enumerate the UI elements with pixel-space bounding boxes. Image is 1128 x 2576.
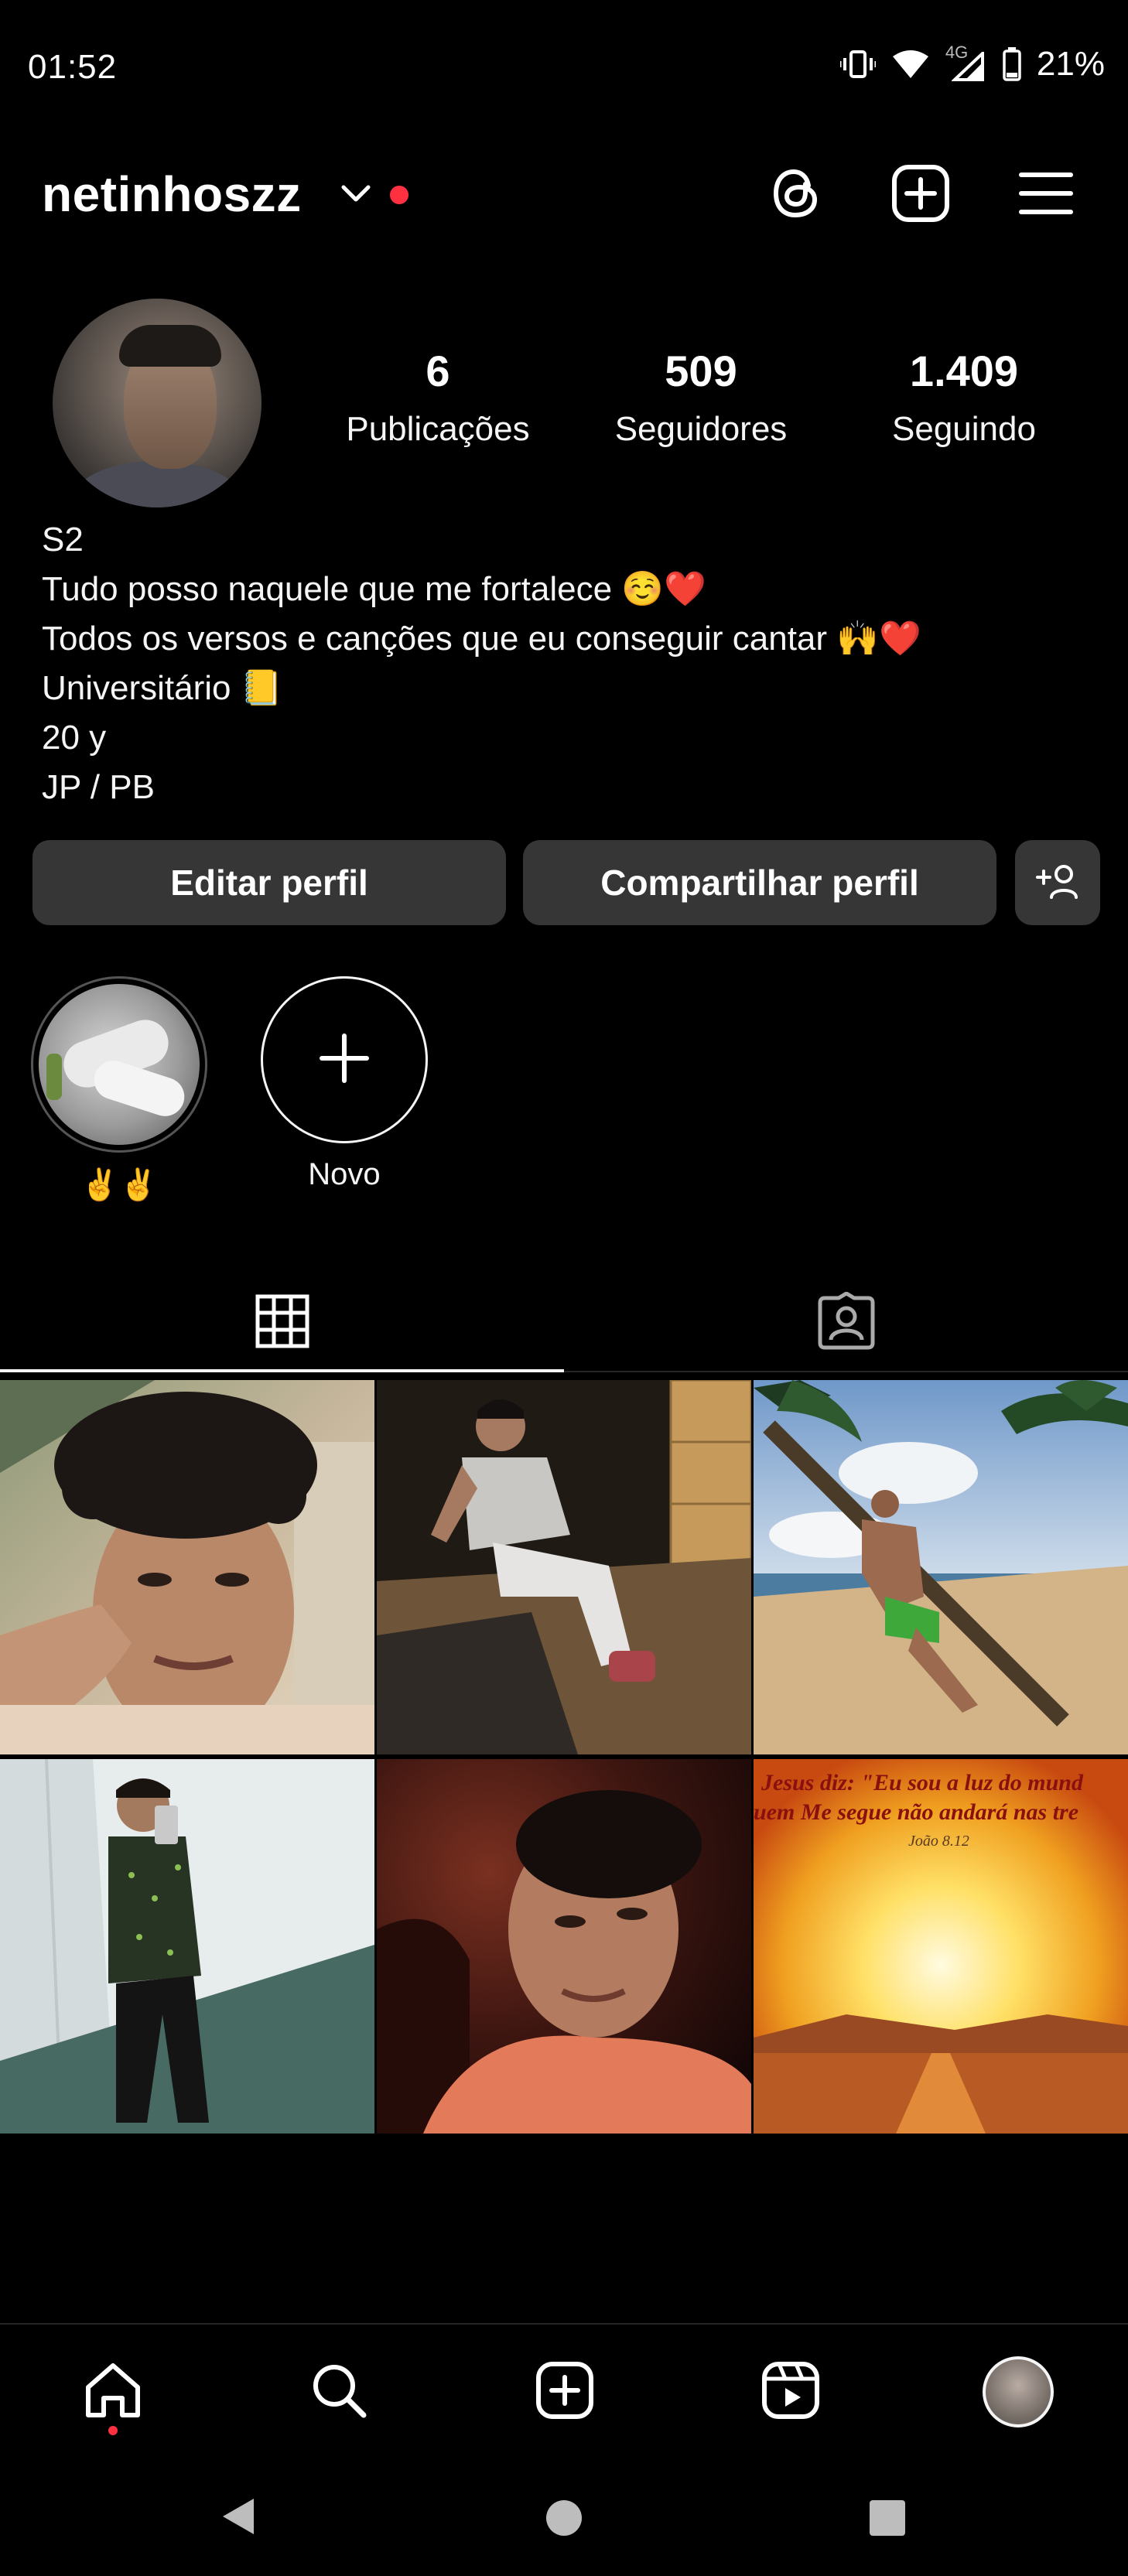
- bottom-nav-divider: [0, 2323, 1128, 2325]
- bio-line: Universitário 📒: [42, 669, 283, 707]
- post-beach-palm-tree[interactable]: [754, 1380, 1128, 1754]
- bio-line: Tudo posso naquele que me fortalece ☺️❤️: [42, 570, 706, 608]
- stat-posts-label: Publicações: [346, 410, 530, 448]
- create-icon[interactable]: [890, 162, 952, 224]
- nav-profile[interactable]: [979, 2353, 1057, 2431]
- plus-icon: [317, 1031, 371, 1089]
- recents-icon[interactable]: [868, 2499, 907, 2541]
- content-tabs: [0, 1269, 1128, 1377]
- share-profile-button[interactable]: Compartilhar perfil: [523, 840, 996, 925]
- bio-line: 20 y: [42, 719, 107, 757]
- verse-line-2: uem Me segue não andará nas tre: [754, 1799, 1078, 1825]
- nav-reels[interactable]: [752, 2353, 829, 2431]
- nav-home[interactable]: [74, 2353, 152, 2431]
- tab-posts-grid[interactable]: [0, 1269, 564, 1377]
- post-mirror-selfie[interactable]: [0, 1759, 374, 2134]
- highlight-cover[interactable]: [31, 976, 207, 1153]
- status-time: 01:52: [28, 48, 118, 86]
- grid-icon: [255, 1293, 310, 1353]
- system-navigation-bar: [0, 2452, 1128, 2576]
- highlight-item[interactable]: ✌️✌️: [31, 976, 207, 1203]
- battery-icon: [1003, 47, 1021, 81]
- reels-icon: [761, 2360, 821, 2424]
- username[interactable]: netinhoszz: [42, 166, 302, 223]
- post-portrait-looking-up[interactable]: [377, 1759, 751, 2134]
- back-icon[interactable]: [218, 2496, 257, 2541]
- active-tab-indicator: [0, 1369, 564, 1372]
- bottom-nav: [0, 2325, 1128, 2452]
- chevron-down-icon[interactable]: [340, 184, 371, 208]
- stat-posts-value: 6: [426, 347, 450, 395]
- threads-icon[interactable]: [764, 162, 826, 224]
- bio-line: Todos os versos e canções que eu consegu…: [42, 620, 921, 658]
- create-icon: [535, 2360, 595, 2424]
- profile-header: netinhoszz: [0, 147, 1128, 240]
- wifi-icon: [891, 49, 930, 80]
- bio-line: S2: [42, 521, 84, 559]
- vibrate-icon: [839, 49, 876, 80]
- status-icons: 4G 21%: [839, 43, 1105, 84]
- bio: S2 Tudo posso naquele que me fortalece ☺…: [42, 515, 921, 812]
- menu-icon[interactable]: [1015, 162, 1077, 224]
- post-curly-hair-selfie[interactable]: [0, 1380, 374, 1754]
- stat-following[interactable]: 1.409 Seguindo: [848, 350, 1080, 449]
- stat-following-value: 1.409: [909, 347, 1019, 395]
- stat-following-label: Seguindo: [892, 410, 1036, 448]
- post-sunset-verse[interactable]: Jesus diz: "Eu sou a luz do mund uem Me …: [754, 1759, 1128, 2134]
- tagged-icon: [817, 1291, 876, 1355]
- add-highlight-button[interactable]: [261, 976, 428, 1143]
- home-notification-dot: [108, 2426, 118, 2435]
- stat-followers[interactable]: 509 Seguidores: [585, 350, 817, 449]
- new-highlight[interactable]: Novo: [260, 976, 429, 1192]
- notification-dot: [390, 186, 408, 204]
- discover-people-button[interactable]: [1015, 840, 1100, 925]
- bio-line: JP / PB: [42, 768, 155, 806]
- home-icon: [82, 2359, 144, 2425]
- home-button-icon[interactable]: [545, 2499, 583, 2541]
- nav-search[interactable]: [300, 2353, 378, 2431]
- add-person-icon: [1034, 862, 1081, 904]
- new-highlight-label: Novo: [308, 1157, 381, 1191]
- cell-signal-icon: 4G: [945, 43, 987, 81]
- stat-followers-value: 509: [665, 347, 737, 395]
- verse-reference: João 8.12: [908, 1833, 969, 1850]
- battery-percent: 21%: [1036, 45, 1105, 83]
- status-bar: 01:52 4G 21%: [0, 0, 1128, 139]
- profile-avatar[interactable]: [53, 299, 261, 507]
- search-icon: [308, 2359, 370, 2425]
- nav-create[interactable]: [526, 2353, 603, 2431]
- verse-line-1: Jesus diz: "Eu sou a luz do mund: [761, 1770, 1084, 1795]
- highlight-label: ✌️✌️: [80, 1168, 158, 1202]
- stat-followers-label: Seguidores: [614, 410, 788, 448]
- post-crouching-pose[interactable]: [377, 1380, 751, 1754]
- edit-profile-button[interactable]: Editar perfil: [32, 840, 506, 925]
- tab-tagged[interactable]: [564, 1269, 1128, 1377]
- profile-avatar: [983, 2356, 1054, 2427]
- stat-posts[interactable]: 6 Publicações: [322, 350, 554, 449]
